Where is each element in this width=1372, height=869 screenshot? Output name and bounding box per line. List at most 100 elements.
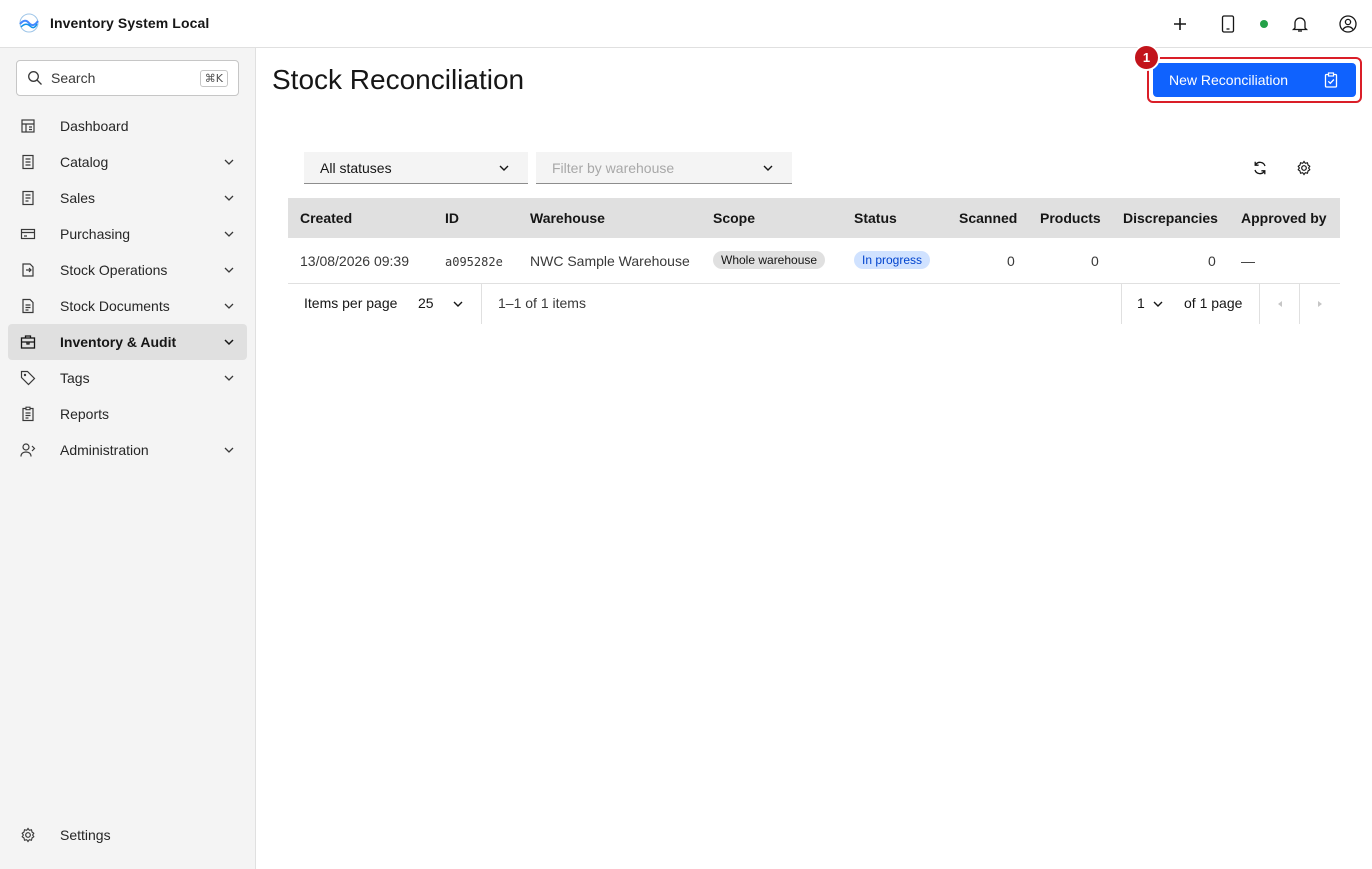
column-header-scanned[interactable]: Scanned — [959, 210, 1017, 226]
sidebar-item-label: Catalog — [60, 154, 109, 170]
pagination-divider — [481, 284, 482, 324]
column-header-warehouse[interactable]: Warehouse — [530, 210, 605, 226]
column-header-discrepancies[interactable]: Discrepancies — [1123, 210, 1218, 226]
stock-documents-icon — [20, 298, 36, 314]
add-icon — [1174, 18, 1186, 30]
purchasing-icon — [20, 226, 36, 242]
clipboard-check-icon — [1324, 72, 1338, 88]
sidebar-item-sales[interactable]: Sales — [8, 180, 247, 216]
annotation-badge: 1 — [1133, 44, 1160, 71]
sidebar-item-catalog[interactable]: Catalog — [8, 144, 247, 180]
chevron-down-icon — [224, 159, 234, 165]
total-pages-text: of 1 page — [1184, 295, 1243, 311]
sidebar-item-dashboard[interactable]: Dashboard — [8, 108, 247, 144]
table-row[interactable]: 13/08/2026 09:39 a095282e NWC Sample War… — [288, 238, 1340, 284]
page-select[interactable]: 1 — [1128, 284, 1178, 324]
top-header: Inventory System Local — [0, 0, 1372, 48]
new-reconciliation-label: New Reconciliation — [1169, 72, 1289, 88]
stock-operations-icon — [20, 262, 36, 278]
column-header-products[interactable]: Products — [1040, 210, 1101, 226]
sidebar-item-label: Stock Operations — [60, 262, 168, 278]
sidebar-item-tags[interactable]: Tags — [8, 360, 247, 396]
cell-products: 0 — [1091, 253, 1099, 269]
chevron-down-icon — [224, 339, 234, 346]
next-page-button[interactable] — [1300, 284, 1340, 324]
column-header-status[interactable]: Status — [854, 210, 897, 226]
cell-discrepancies: 0 — [1208, 253, 1216, 269]
search-label: Search — [51, 70, 96, 86]
reports-icon — [20, 406, 36, 422]
gear-icon — [1297, 160, 1311, 176]
warehouse-filter-placeholder: Filter by warehouse — [552, 159, 675, 176]
chevron-down-icon — [1153, 301, 1163, 307]
chevron-down-icon — [453, 301, 463, 307]
tablet-mode-button[interactable] — [1212, 8, 1244, 40]
caret-right-icon — [1318, 301, 1322, 307]
sidebar-item-administration[interactable]: Administration — [8, 432, 247, 468]
sidebar-item-label: Purchasing — [60, 226, 131, 242]
sidebar-item-label: Administration — [60, 442, 149, 458]
column-header-approved-by[interactable]: Approved by — [1241, 210, 1327, 226]
sidebar-item-reports[interactable]: Reports — [8, 396, 247, 432]
brand-logo-icon — [19, 13, 39, 33]
inventory-audit-icon — [20, 334, 36, 350]
gear-icon — [20, 827, 36, 843]
tag-icon — [20, 370, 36, 386]
chevron-down-icon — [224, 267, 234, 273]
search-input[interactable]: Search ⌘K — [16, 60, 239, 96]
sidebar-item-label: Sales — [60, 190, 96, 206]
sidebar-item-label: Reports — [60, 406, 110, 422]
sidebar-item-label: Stock Documents — [60, 298, 170, 314]
notification-icon — [1291, 17, 1309, 32]
dashboard-icon — [20, 118, 36, 134]
sidebar-item-stock-operations[interactable]: Stock Operations — [8, 252, 247, 288]
connection-status-dot — [1260, 20, 1268, 28]
items-range-text: 1–1 of 1 items — [498, 295, 586, 311]
status-filter-dropdown[interactable]: All statuses — [304, 152, 528, 184]
warehouse-filter-dropdown[interactable]: Filter by warehouse — [536, 152, 792, 184]
items-per-page-label: Items per page — [304, 295, 398, 311]
current-page-value: 1 — [1137, 295, 1145, 311]
table-settings-button[interactable] — [1288, 152, 1320, 184]
cell-approved-by: — — [1241, 253, 1255, 269]
reconciliation-table: Created ID Warehouse Scope Status Scanne… — [288, 198, 1340, 284]
sales-icon — [20, 190, 36, 206]
sidebar-item-purchasing[interactable]: Purchasing — [8, 216, 247, 252]
status-filter-value: All statuses — [320, 159, 392, 176]
tablet-icon — [1221, 15, 1235, 33]
user-avatar-icon — [1339, 15, 1357, 33]
pagination: Items per page 25 1–1 of 1 items 1 of 1 … — [288, 284, 1340, 324]
column-header-created[interactable]: Created — [300, 210, 352, 226]
search-shortcut: ⌘K — [199, 69, 228, 87]
sidebar-item-label: Settings — [60, 827, 111, 843]
administration-icon — [20, 442, 36, 458]
page-title: Stock Reconciliation — [272, 64, 525, 95]
table-header: Created ID Warehouse Scope Status Scanne… — [288, 198, 1340, 238]
chevron-down-icon — [499, 165, 509, 171]
user-menu-button[interactable] — [1332, 8, 1364, 40]
sidebar-item-settings[interactable]: Settings — [8, 817, 247, 853]
chevron-down-icon — [224, 447, 234, 453]
items-per-page-select[interactable]: 25 — [412, 284, 472, 324]
cell-created: 13/08/2026 09:39 — [300, 253, 409, 269]
new-reconciliation-button[interactable]: New Reconciliation — [1153, 63, 1356, 97]
brand[interactable]: Inventory System Local — [16, 10, 209, 36]
pagination-divider — [1121, 284, 1122, 324]
sidebar-item-stock-documents[interactable]: Stock Documents — [8, 288, 247, 324]
chevron-down-icon — [224, 303, 234, 309]
sidebar-item-label: Inventory & Audit — [60, 334, 177, 350]
column-header-scope[interactable]: Scope — [713, 210, 755, 226]
column-header-id[interactable]: ID — [445, 210, 459, 226]
chevron-down-icon — [224, 375, 234, 381]
cell-id: a095282e — [445, 255, 503, 269]
refresh-button[interactable] — [1244, 152, 1276, 184]
add-button[interactable] — [1164, 8, 1196, 40]
cell-warehouse: NWC Sample Warehouse — [530, 253, 690, 269]
previous-page-button[interactable] — [1260, 284, 1300, 324]
sidebar-item-label: Dashboard — [60, 118, 129, 134]
items-per-page-value: 25 — [418, 295, 434, 311]
notifications-button[interactable] — [1284, 8, 1316, 40]
app-name: Inventory System Local — [50, 15, 210, 31]
search-icon — [28, 71, 42, 85]
sidebar-item-inventory-audit[interactable]: Inventory & Audit — [8, 324, 247, 360]
